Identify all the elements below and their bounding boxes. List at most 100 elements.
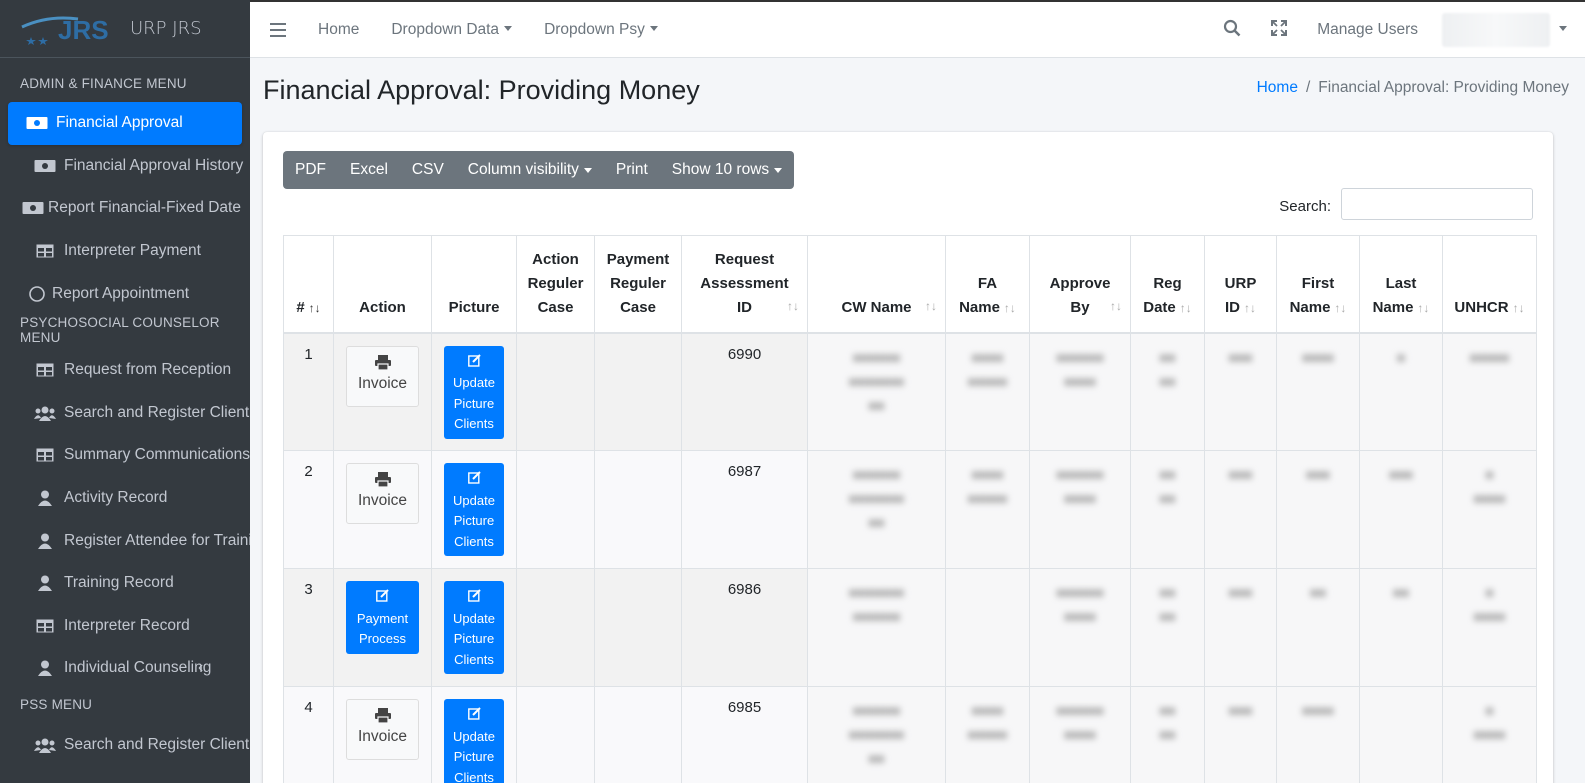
hamburger-menu-icon[interactable] <box>270 22 286 37</box>
cell-cw-name: ■■■■■■ ■■■■■■■ ■■ <box>807 332 946 451</box>
invoice-button[interactable]: Invoice <box>346 463 419 524</box>
col-header-unhcr[interactable]: UNHCR ↑↓ <box>1442 235 1537 334</box>
sidebar-item-report-appointment[interactable]: Report Appointment <box>8 272 242 315</box>
cell-last-name: ■■ <box>1359 568 1443 687</box>
cell-picture: Update Picture Clients <box>431 568 517 687</box>
table-icon <box>34 618 56 634</box>
cell-last-name <box>1359 686 1443 783</box>
pdf-button[interactable]: PDF <box>283 151 338 189</box>
col-header-cw-name[interactable]: CW Name ↑↓ <box>807 235 946 334</box>
nav-dropdown-psy[interactable]: Dropdown Psy <box>544 21 658 39</box>
col-header-fa-name[interactable]: FA Name ↑↓ <box>945 235 1030 334</box>
search-icon[interactable] <box>1223 19 1241 42</box>
sidebar-item-label: Report Appointment <box>52 284 190 302</box>
sidebar-item-financial-approval[interactable]: Financial Approval <box>8 102 242 145</box>
cell-action-reguler <box>516 450 595 569</box>
sidebar-item-register-attendee-training[interactable]: Register Attendee for Training <box>8 519 250 562</box>
cell-first-name: ■■■■ <box>1276 332 1360 451</box>
financial-approval-table: # ↑↓ Action Picture Action Reguler Case Pay… <box>283 235 1537 783</box>
show-rows-button[interactable]: Show 10 rows <box>660 151 794 189</box>
cell-approve-by: ■■■■■■ ■■■■ <box>1029 568 1131 687</box>
col-header-urp-id[interactable]: URP ID ↑↓ <box>1204 235 1277 334</box>
brand[interactable]: JRS URP JRS <box>0 0 250 58</box>
invoice-button[interactable]: Invoice <box>346 345 419 407</box>
nav-dropdown-data[interactable]: Dropdown Data <box>391 21 512 39</box>
sidebar-item-request-from-reception[interactable]: Request from Reception <box>8 349 242 392</box>
cell-reg-date: ■■ ■■ <box>1130 450 1205 569</box>
cell-payment-reguler <box>594 332 682 451</box>
user-menu-avatar[interactable] <box>1442 13 1550 47</box>
cell-fa-name: ■■■■ ■■■■■ <box>945 686 1030 783</box>
update-picture-button[interactable]: Update Picture Clients <box>444 463 504 556</box>
sidebar-item-search-register-client[interactable]: Search and Register Client <box>8 392 249 435</box>
cell-reg-date: ■■ ■■ <box>1130 332 1205 451</box>
col-header-reg-date[interactable]: Reg Date ↑↓ <box>1130 235 1205 334</box>
excel-button[interactable]: Excel <box>338 151 400 189</box>
column-visibility-button[interactable]: Column visibility <box>456 151 604 189</box>
update-picture-button[interactable]: Update Picture Clients <box>444 699 504 783</box>
cell-reg-date: ■■ ■■ <box>1130 686 1205 783</box>
sidebar-item-label: Individual Counseling <box>64 659 212 677</box>
cell-num: 3 <box>283 568 334 687</box>
cell-unhcr: ■■■■■ <box>1442 332 1537 451</box>
sidebar-item-individual-counseling[interactable]: Individual Counseling ‹ <box>8 647 242 690</box>
users-icon <box>34 737 56 754</box>
cell-action: Invoice <box>333 686 432 783</box>
sidebar-item-pss-search-register-client[interactable]: Search and Register Client <box>8 724 249 767</box>
cell-unhcr: ■■■■■ <box>1442 686 1537 783</box>
cell-fa-name: ■■■■ ■■■■■ <box>945 332 1030 451</box>
edit-icon <box>446 353 502 374</box>
nav-home-link[interactable]: Home <box>318 21 359 39</box>
table-row: 2 Invoice Update Picture Clients 6987 ■■… <box>283 450 1537 569</box>
table-row: 1 Invoice Update Picture Clients 6990 ■■… <box>283 332 1537 451</box>
money-bill-icon <box>22 200 44 216</box>
circle-icon <box>26 285 48 302</box>
print-icon <box>347 472 418 492</box>
sidebar: JRS URP JRS ADMIN & FINANCE MENU Financi… <box>0 0 250 783</box>
cell-urp-id: ■■■ <box>1204 450 1277 569</box>
money-bill-icon <box>26 115 48 131</box>
table-row: 4 Invoice Update Picture Clients 6985 ■■… <box>283 686 1537 783</box>
breadcrumb-home[interactable]: Home <box>1257 79 1298 96</box>
manage-users-link[interactable]: Manage Users <box>1317 21 1418 39</box>
sidebar-item-label: Register Attendee for Training <box>64 531 250 549</box>
cell-approve-by: ■■■■■■ ■■■■ <box>1029 450 1131 569</box>
sidebar-item-interpreter-payment[interactable]: Interpreter Payment <box>8 230 242 273</box>
chevron-down-icon[interactable] <box>1554 21 1567 39</box>
sidebar-item-activity-record[interactable]: Activity Record <box>8 477 242 520</box>
table-search-input[interactable] <box>1341 188 1533 220</box>
cell-first-name: ■■■■ <box>1276 686 1360 783</box>
table-icon <box>34 447 56 463</box>
edit-icon <box>446 706 502 727</box>
sidebar-item-report-financial-fixed-date[interactable]: Report Financial-Fixed Date <box>8 187 242 230</box>
col-header-first-name[interactable]: First Name ↑↓ <box>1276 235 1360 334</box>
fullscreen-icon[interactable] <box>1271 19 1288 41</box>
money-bill-icon <box>34 158 56 174</box>
cell-unhcr: ■■■■■ <box>1442 568 1537 687</box>
sidebar-item-training-record[interactable]: Training Record <box>8 562 242 605</box>
print-button[interactable]: Print <box>604 151 660 189</box>
breadcrumb: Home / Financial Approval: Providing Money <box>1256 79 1569 96</box>
col-header-approve-by[interactable]: Approve By ↑↓ <box>1029 235 1131 334</box>
update-picture-button[interactable]: Update Picture Clients <box>444 345 504 439</box>
csv-button[interactable]: CSV <box>400 151 456 189</box>
col-header-last-name[interactable]: Last Name ↑↓ <box>1359 235 1443 334</box>
cell-payment-reguler <box>594 686 682 783</box>
sidebar-item-interpreter-record[interactable]: Interpreter Record <box>8 605 242 648</box>
invoice-button[interactable]: Invoice <box>346 699 419 760</box>
cell-num: 2 <box>283 450 334 569</box>
col-header-num[interactable]: # ↑↓ <box>283 235 334 334</box>
sidebar-item-summary-communications[interactable]: Summary Communications <box>8 434 250 477</box>
cell-action: Invoice <box>333 332 432 451</box>
main-content: Financial Approval: Providing Money Home… <box>250 58 1585 783</box>
page-title: Financial Approval: Providing Money <box>263 75 700 105</box>
sidebar-item-financial-approval-history[interactable]: Financial Approval History <box>8 145 243 188</box>
edit-icon <box>446 588 502 609</box>
col-header-request-assessment-id[interactable]: Request Assessment ID ↑↓ <box>681 235 808 334</box>
sidebar-item-label: Interpreter Payment <box>64 242 201 260</box>
cell-last-name: ■■■ <box>1359 450 1443 569</box>
cell-picture: Update Picture Clients <box>431 450 517 569</box>
payment-process-button[interactable]: Payment Process <box>346 581 419 654</box>
cell-reg-date: ■■ ■■ <box>1130 568 1205 687</box>
update-picture-button[interactable]: Update Picture Clients <box>444 581 504 674</box>
